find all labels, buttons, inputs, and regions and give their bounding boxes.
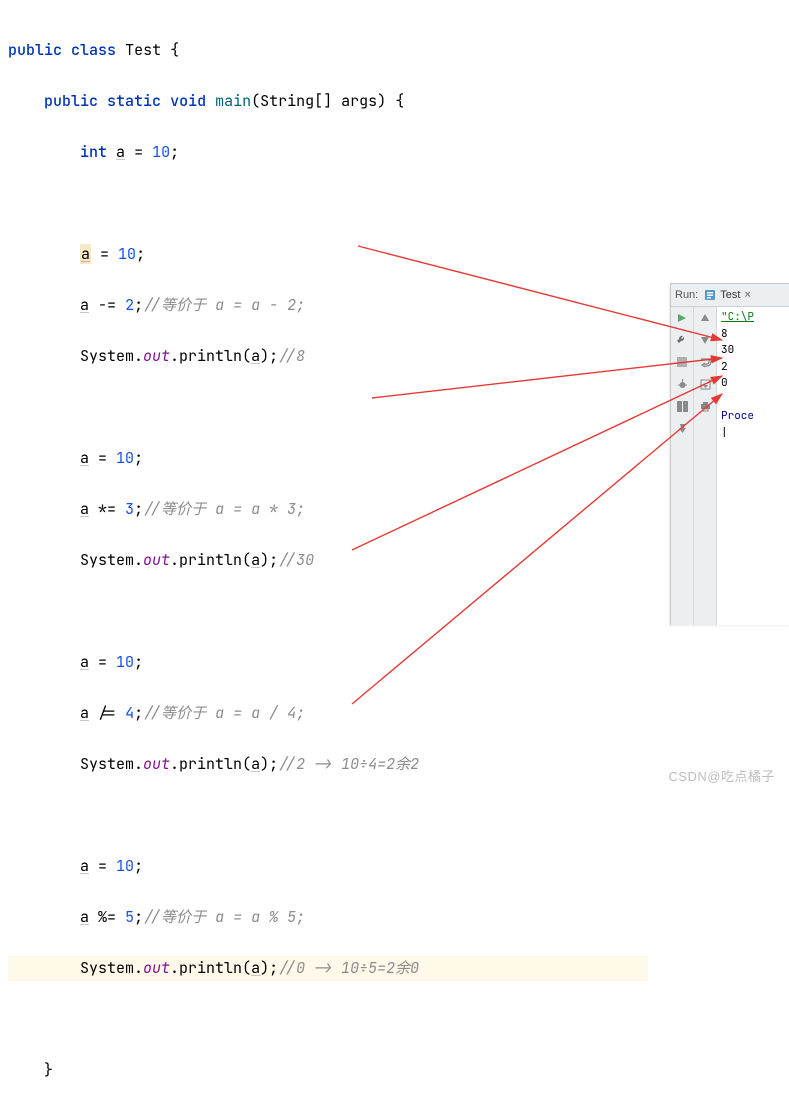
out-field2: out (143, 550, 170, 570)
pin-icon[interactable] (675, 421, 689, 435)
kw-public2: public (44, 91, 98, 111)
kw-int: int (80, 142, 107, 162)
run-tab[interactable]: Test × (704, 289, 751, 301)
down-icon[interactable] (698, 333, 712, 347)
kw-void: void (170, 91, 206, 111)
num: 10 (118, 244, 136, 264)
comment-30: //30 (278, 550, 314, 570)
softwrap-icon[interactable] (698, 355, 712, 369)
out-field: out (143, 346, 170, 366)
num: 10 (116, 448, 134, 468)
comment-mul: //等价于 a = a * 3; (143, 499, 305, 519)
close3: ); (260, 754, 278, 774)
sys2: System. (80, 550, 143, 570)
kw-class: class (71, 40, 116, 60)
num-4: 4 (125, 703, 134, 723)
var-a4: a (80, 499, 89, 519)
run-tools-right (694, 307, 717, 625)
sys4: System. (80, 958, 143, 978)
var-a2: a (80, 295, 89, 315)
arg-a2: a (251, 550, 260, 570)
run-label: Run: (675, 289, 698, 301)
out-8: 8 (721, 327, 728, 341)
println4: .println( (170, 958, 251, 978)
num-2: 2 (125, 295, 134, 315)
var-a5: a (80, 652, 89, 672)
op-mod: %= (98, 907, 116, 927)
run-config-icon (704, 289, 716, 301)
param-args: args (341, 91, 377, 111)
close: ); (260, 346, 278, 366)
op-mul: *= (98, 499, 116, 519)
sys: System. (80, 346, 143, 366)
var-a3: a (80, 448, 89, 468)
var-a7: a (80, 856, 89, 876)
bug-icon[interactable] (675, 377, 689, 391)
type-string: String (260, 91, 314, 111)
close-icon[interactable]: × (744, 289, 750, 301)
out-2: 2 (721, 360, 728, 374)
close4: ); (260, 958, 278, 978)
comment-mod: //等价于 a = a % 5; (143, 907, 305, 927)
var-a6: a (80, 703, 89, 723)
up-icon[interactable] (698, 311, 712, 325)
comment-8: //8 (278, 346, 305, 366)
stop-icon[interactable] (675, 355, 689, 369)
kw-static: static (107, 91, 161, 111)
num-5: 5 (125, 907, 134, 927)
sys3: System. (80, 754, 143, 774)
var-a8: a (80, 907, 89, 927)
out-field4: out (143, 958, 170, 978)
num-10: 10 (152, 142, 170, 162)
comment-div: //等价于 a = a / 4; (143, 703, 305, 723)
close2: ); (260, 550, 278, 570)
num: 10 (116, 652, 134, 672)
comment-2: //2 -> 10÷4=2余2 (278, 754, 419, 774)
watermark: CSDN@吃点橘子 (668, 766, 775, 785)
println2: .println( (170, 550, 251, 570)
println3: .println( (170, 754, 251, 774)
comment-0: //0 -> 10÷5=2余0 (278, 958, 419, 978)
arg-a4: a (251, 958, 260, 978)
run-tools-left (671, 307, 694, 625)
op-sub: -= (98, 295, 116, 315)
out-30: 30 (721, 343, 734, 357)
kw-public: public (8, 40, 62, 60)
main-method: main (215, 91, 251, 111)
comment-sub: //等价于 a = a - 2; (143, 295, 305, 315)
out-0: 0 (721, 376, 728, 390)
wrench-icon[interactable] (675, 333, 689, 347)
num-3: 3 (125, 499, 134, 519)
op-div: /= (98, 703, 116, 723)
out-field3: out (143, 754, 170, 774)
arg-a3: a (251, 754, 260, 774)
println: .println( (170, 346, 251, 366)
rerun-icon[interactable] (675, 311, 689, 325)
num: 10 (116, 856, 134, 876)
exec-path: "C:\P (721, 310, 754, 324)
class-name: Test (125, 40, 161, 60)
layout-icon[interactable] (675, 399, 689, 413)
var-a-hl: a (80, 244, 91, 264)
console-output[interactable]: "C:\P 8 30 2 0 Proce | (717, 307, 789, 625)
print-icon[interactable] (698, 399, 712, 413)
process-line: Proce (721, 409, 754, 423)
arg-a: a (251, 346, 260, 366)
run-panel: Run: Test × "C:\P 8 30 2 0 Proce | (670, 283, 789, 625)
run-tab-label: Test (720, 289, 740, 301)
run-header: Run: Test × (671, 284, 789, 307)
scroll-icon[interactable] (698, 377, 712, 391)
var-a: a (116, 142, 125, 162)
